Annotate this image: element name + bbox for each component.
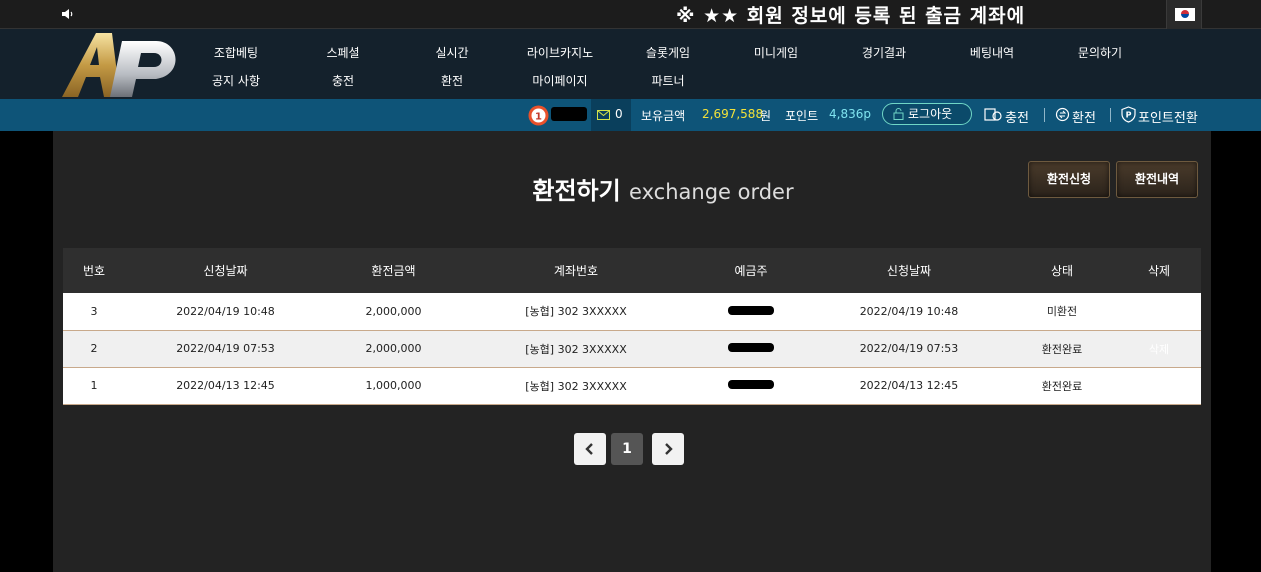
cell-status: 환전완료 — [1041, 379, 1083, 393]
cash-icon — [984, 108, 1002, 121]
delete-button[interactable]: 삭제 — [1117, 330, 1201, 367]
holder-redacted — [728, 343, 774, 352]
user-info-bar: 1 0 보유금액 2,697,588 원 포인트 4,836p 로그아웃 충전 … — [0, 99, 1261, 131]
top-notice-bar: ※ ★★ 회원 정보에 등록 된 출금 계좌에 — [0, 0, 1261, 29]
envelope-icon — [597, 110, 610, 120]
next-page-button[interactable] — [652, 433, 684, 465]
cell-status: 미환전 — [1046, 305, 1078, 319]
prev-page-button[interactable] — [574, 433, 606, 465]
chevron-left-icon — [585, 443, 593, 455]
header-no: 번호 — [82, 264, 106, 278]
balance-label: 보유금액 — [641, 109, 686, 123]
cell-account: [농협] 302 3XXXXX — [525, 379, 627, 393]
cell-date: 2022/04/19 07:53 — [176, 342, 275, 355]
point-value: 4,836p — [829, 107, 871, 121]
cell-amount: 1,000,000 — [365, 379, 422, 392]
cell-account: [농협] 302 3XXXXX — [525, 342, 627, 356]
balance-value: 2,697,588 — [702, 107, 764, 121]
exchange-history-button[interactable]: 환전내역 — [1116, 161, 1198, 198]
menu-slot-game[interactable]: 슬롯게임 — [646, 44, 690, 61]
svg-text:P: P — [1126, 111, 1132, 120]
divider — [1044, 108, 1045, 122]
exchange-request-button[interactable]: 환전신청 — [1028, 161, 1110, 198]
header-account: 계좌번호 — [553, 264, 599, 278]
exchange-icon — [1055, 107, 1070, 122]
page-title-main: 환전하기 — [532, 177, 621, 205]
menu-my-page[interactable]: 마이페이지 — [532, 72, 587, 89]
menu-exchange[interactable]: 환전 — [441, 72, 463, 89]
language-selector[interactable] — [1166, 0, 1202, 29]
level-badge-icon: 1 — [528, 105, 549, 126]
cell-no: 1 — [90, 379, 98, 392]
holder-redacted — [728, 380, 774, 389]
cell-holder — [691, 293, 811, 330]
cell-holder — [691, 330, 811, 367]
menu-mini-game[interactable]: 미니게임 — [754, 44, 798, 61]
menu-game-results[interactable]: 경기결과 — [862, 44, 906, 61]
speaker-icon[interactable] — [60, 6, 76, 22]
exchange-link[interactable]: 환전 — [1072, 107, 1096, 126]
cell-delete — [1117, 367, 1201, 404]
menu-notice[interactable]: 공지 사항 — [212, 72, 260, 89]
ap-logo[interactable] — [60, 31, 184, 97]
page-title-sub: exchange order — [629, 180, 794, 204]
header-status: 상태 — [1050, 264, 1074, 278]
cell-no: 2 — [90, 342, 98, 355]
cell-date-2: 2022/04/19 07:53 — [859, 342, 959, 355]
message-count: 0 — [615, 107, 623, 121]
holder-redacted — [728, 305, 774, 315]
table-row: 2 2022/04/19 07:53 2,000,000 [농협] 302 3X… — [63, 330, 1201, 367]
logout-button[interactable]: 로그아웃 — [882, 103, 972, 125]
menu-live[interactable]: 실시간 — [435, 44, 468, 61]
cell-date: 2022/04/19 10:48 — [176, 304, 275, 318]
cell-amount: 2,000,000 — [365, 342, 422, 355]
header-holder: 예금주 — [734, 264, 768, 278]
username-redacted — [551, 107, 587, 121]
menu-charge[interactable]: 충전 — [332, 72, 354, 89]
menu-live-casino[interactable]: 라이브카지노 — [527, 44, 593, 61]
menu-partner[interactable]: 파트너 — [651, 72, 684, 89]
charge-link[interactable]: 충전 — [1005, 107, 1029, 126]
cell-status: 환전완료 — [1041, 342, 1083, 356]
menu-special[interactable]: 스페셜 — [326, 44, 359, 61]
header-amount: 환전금액 — [371, 264, 416, 278]
menu-betting-history[interactable]: 베팅내역 — [970, 44, 1014, 61]
cell-amount: 2,000,000 — [365, 304, 422, 318]
chevron-right-icon — [665, 443, 673, 455]
unlock-icon — [893, 108, 904, 120]
page-number-current[interactable]: 1 — [611, 433, 643, 465]
header-request-date-2: 신청날짜 — [886, 264, 932, 278]
page-title: 환전하기 exchange order — [463, 171, 863, 206]
cell-holder — [691, 367, 811, 404]
cell-date: 2022/04/13 12:45 — [176, 379, 275, 392]
balance-unit: 원 — [760, 109, 772, 123]
notice-marquee: ※ ★★ 회원 정보에 등록 된 출금 계좌에 — [676, 5, 1026, 27]
header-delete: 삭제 — [1147, 264, 1171, 278]
cell-account: [농협] 302 3XXXXX — [525, 305, 627, 319]
exchange-table: 번호 신청날짜 환전금액 계좌번호 예금주 신청날짜 상태 삭제 3 2022/… — [63, 248, 1201, 405]
cell-no: 3 — [90, 304, 98, 318]
table-row: 1 2022/04/13 12:45 1,000,000 [농협] 302 3X… — [63, 367, 1201, 404]
point-label: 포인트 — [785, 109, 819, 123]
menu-combo-betting[interactable]: 조합베팅 — [214, 44, 258, 61]
divider — [1110, 108, 1111, 122]
table-row: 3 2022/04/19 10:48 2,000,000 [농협] 302 3X… — [63, 293, 1201, 330]
table-header-row: 번호 신청날짜 환전금액 계좌번호 예금주 신청날짜 상태 삭제 — [63, 248, 1201, 293]
point-shield-icon: P — [1121, 106, 1136, 123]
point-convert-link[interactable]: 포인트전환 — [1138, 107, 1198, 126]
logout-label: 로그아웃 — [908, 107, 953, 121]
message-box[interactable]: 0 — [591, 99, 631, 131]
menu-inquiry[interactable]: 문의하기 — [1078, 44, 1122, 61]
header-request-date: 신청날짜 — [203, 264, 248, 278]
cell-date-2: 2022/04/13 12:45 — [859, 379, 959, 392]
korea-flag-icon — [1175, 8, 1195, 21]
exchange-panel: 환전하기 exchange order 환전신청 환전내역 번호 신청날짜 환전… — [53, 131, 1211, 572]
cell-date-2: 2022/04/19 10:48 — [859, 304, 959, 318]
level-badge-text: 1 — [535, 112, 542, 123]
cell-delete — [1117, 293, 1201, 330]
main-navigation: 조합베팅 스페셜 실시간 라이브카지노 슬롯게임 미니게임 경기결과 베팅내역 … — [0, 29, 1261, 99]
